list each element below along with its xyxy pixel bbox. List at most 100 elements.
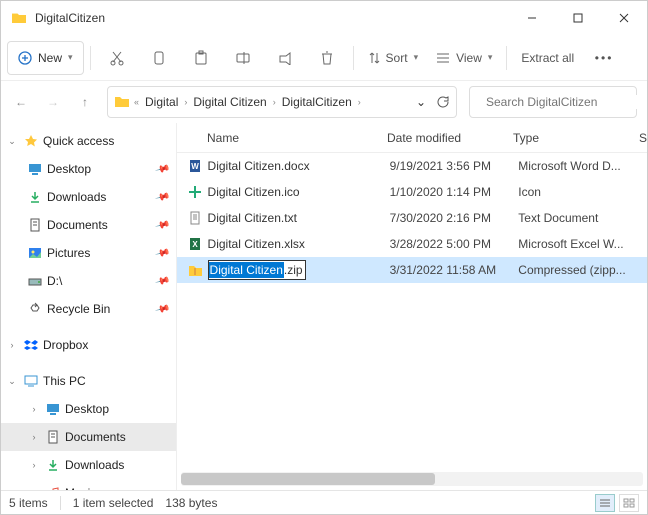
sidebar-item[interactable]: › Music — [1, 479, 176, 490]
refresh-button[interactable] — [436, 95, 450, 109]
pin-icon: 📌 — [154, 161, 170, 177]
pc-icon — [23, 373, 39, 389]
dropbox[interactable]: ›Dropbox — [1, 331, 176, 359]
maximize-button[interactable] — [555, 2, 601, 34]
file-name: Digital Citizen.xlsx — [208, 237, 390, 251]
excel-icon: X — [187, 236, 204, 252]
thumbnails-view-button[interactable] — [619, 494, 639, 512]
sidebar-item[interactable]: › Documents — [1, 423, 176, 451]
delete-button[interactable] — [307, 41, 347, 75]
breadcrumb[interactable]: Digital — [143, 93, 180, 111]
file-row[interactable]: X Digital Citizen.xlsx 3/28/2022 5:00 PM… — [177, 231, 647, 257]
navigation-pane[interactable]: ⌄Quick access Desktop 📌 Downloads 📌 Docu… — [1, 123, 177, 490]
doc-icon — [45, 429, 61, 445]
search-input[interactable] — [486, 95, 641, 109]
up-button[interactable]: ↑ — [75, 92, 95, 112]
rename-button[interactable] — [223, 41, 263, 75]
sidebar-item-label: Downloads — [47, 190, 152, 204]
sort-icon — [368, 51, 380, 65]
col-size[interactable]: S — [639, 131, 647, 145]
selected-size: 138 bytes — [165, 496, 217, 510]
breadcrumb[interactable]: Digital Citizen — [191, 93, 268, 111]
doc-icon — [27, 217, 43, 233]
pic-icon — [27, 245, 43, 261]
file-type: Icon — [518, 185, 647, 199]
sidebar-item-label: Desktop — [47, 162, 152, 176]
horizontal-scrollbar[interactable] — [181, 472, 643, 486]
status-bar: 5 items 1 item selected 138 bytes — [1, 490, 647, 514]
copy-button[interactable] — [139, 41, 179, 75]
extract-all-button[interactable]: Extract all — [513, 41, 582, 75]
plus-circle-icon — [18, 51, 32, 65]
pin-icon: 📌 — [154, 189, 170, 205]
sidebar-item-label: Documents — [47, 218, 152, 232]
file-name: Digital Citizen.ico — [208, 185, 390, 199]
view-button[interactable]: View▾ — [428, 41, 500, 75]
pin-icon: 📌 — [154, 301, 170, 317]
ico-icon — [187, 184, 204, 200]
paste-button[interactable] — [181, 41, 221, 75]
file-row-selected[interactable]: Digital Citizen.zip 3/31/2022 11:58 AM C… — [177, 257, 647, 283]
sidebar-item[interactable]: Pictures 📌 — [1, 239, 176, 267]
col-date[interactable]: Date modified — [387, 131, 513, 145]
close-button[interactable] — [601, 2, 647, 34]
quick-access[interactable]: ⌄Quick access — [1, 127, 176, 155]
word-icon: W — [187, 158, 204, 174]
sidebar-item-label: Recycle Bin — [47, 302, 152, 316]
col-type[interactable]: Type — [513, 131, 639, 145]
file-name-editing[interactable]: Digital Citizen.zip — [208, 260, 390, 280]
file-date: 7/30/2020 2:16 PM — [390, 211, 519, 225]
sidebar-item[interactable]: Recycle Bin 📌 — [1, 295, 176, 323]
drive-icon — [27, 273, 43, 289]
file-row[interactable]: Digital Citizen.ico 1/10/2020 1:14 PM Ic… — [177, 179, 647, 205]
share-button[interactable] — [265, 41, 305, 75]
chevron-down-icon: ▾ — [68, 52, 73, 63]
copy-icon — [152, 50, 166, 66]
forward-button[interactable]: → — [43, 92, 63, 112]
file-row[interactable]: W Digital Citizen.docx 9/19/2021 3:56 PM… — [177, 153, 647, 179]
file-name: Digital Citizen.docx — [208, 159, 390, 173]
sidebar-item-label: Pictures — [47, 246, 152, 260]
txt-icon — [187, 210, 204, 226]
paste-icon — [194, 50, 208, 66]
ellipsis-icon: ••• — [595, 51, 614, 65]
this-pc[interactable]: ⌄This PC — [1, 367, 176, 395]
sidebar-item-label: Desktop — [65, 402, 176, 416]
recycle-icon — [27, 301, 43, 317]
new-button[interactable]: New ▾ — [7, 41, 84, 75]
folder-icon — [114, 95, 130, 109]
desktop-icon — [27, 161, 43, 177]
item-count: 5 items — [9, 496, 48, 510]
search-box[interactable] — [469, 86, 637, 118]
svg-text:X: X — [193, 240, 199, 249]
back-button[interactable]: ← — [11, 92, 31, 112]
cut-button[interactable] — [97, 41, 137, 75]
col-name[interactable]: Name — [207, 131, 387, 145]
zip-icon — [187, 262, 204, 278]
sidebar-item[interactable]: Documents 📌 — [1, 211, 176, 239]
minimize-button[interactable] — [509, 2, 555, 34]
sidebar-item[interactable]: Desktop 📌 — [1, 155, 176, 183]
file-row[interactable]: Digital Citizen.txt 7/30/2020 2:16 PM Te… — [177, 205, 647, 231]
folder-icon — [11, 10, 27, 26]
more-button[interactable]: ••• — [584, 41, 624, 75]
sort-button[interactable]: Sort▾ — [360, 41, 427, 75]
nav-row: ← → ↑ « Digital› Digital Citizen› Digita… — [1, 81, 647, 123]
sidebar-item[interactable]: Downloads 📌 — [1, 183, 176, 211]
sidebar-item[interactable]: D:\ 📌 — [1, 267, 176, 295]
history-dropdown[interactable]: ⌄ — [416, 95, 426, 109]
file-type: Text Document — [518, 211, 647, 225]
file-date: 9/19/2021 3:56 PM — [390, 159, 519, 173]
breadcrumb[interactable]: DigitalCitizen — [280, 93, 354, 111]
cut-icon — [109, 50, 125, 66]
file-name: Digital Citizen.txt — [208, 211, 390, 225]
details-view-button[interactable] — [595, 494, 615, 512]
sidebar-item[interactable]: › Downloads — [1, 451, 176, 479]
file-date: 3/31/2022 11:58 AM — [390, 263, 519, 277]
address-bar[interactable]: « Digital› Digital Citizen› DigitalCitiz… — [107, 86, 457, 118]
share-icon — [277, 51, 293, 65]
sidebar-item[interactable]: › Desktop — [1, 395, 176, 423]
column-headers[interactable]: Name Date modified Type S — [177, 123, 647, 153]
star-icon — [23, 133, 39, 149]
file-date: 3/28/2022 5:00 PM — [390, 237, 519, 251]
